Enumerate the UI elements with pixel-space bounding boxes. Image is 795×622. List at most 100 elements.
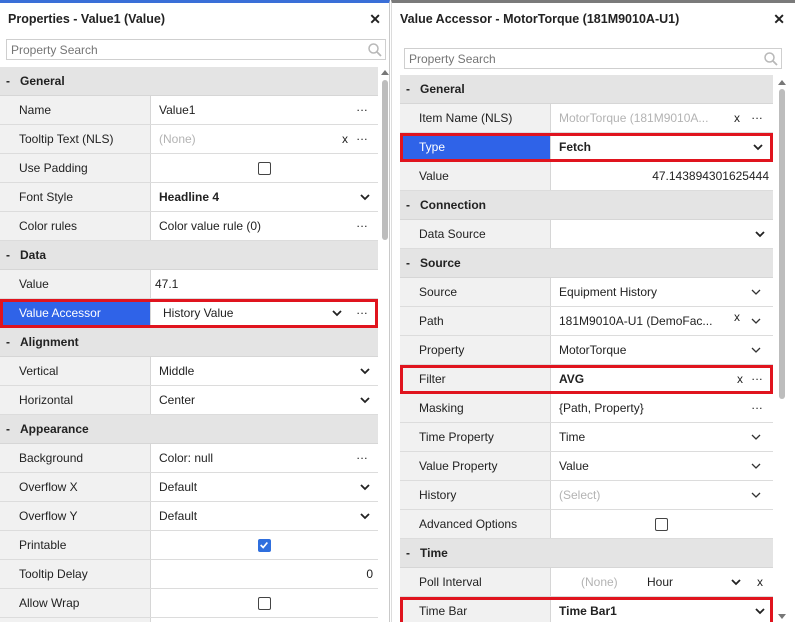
collapse-icon[interactable]: - xyxy=(6,328,10,356)
collapse-icon[interactable]: - xyxy=(6,67,10,95)
chevron-down-icon[interactable] xyxy=(751,490,761,500)
more-button[interactable]: ... xyxy=(356,96,368,121)
property-search-input[interactable] xyxy=(404,48,782,69)
row-label: Value Accessor xyxy=(0,299,151,327)
poll-interval-value[interactable]: (None) xyxy=(581,568,618,596)
chevron-down-icon[interactable] xyxy=(360,482,370,492)
time-bar-select[interactable]: Time Bar1 xyxy=(551,597,773,622)
poll-interval-unit-select[interactable]: Hour xyxy=(647,568,673,596)
row-value-accessor: Value Accessor History Value... xyxy=(0,299,378,328)
chevron-down-icon[interactable] xyxy=(751,345,761,355)
clear-button[interactable]: x xyxy=(342,125,348,153)
background-field[interactable]: Color: null... xyxy=(151,444,378,472)
font-style-select[interactable]: Headline 4 xyxy=(151,183,378,211)
collapse-icon[interactable]: - xyxy=(406,75,410,103)
clear-button[interactable]: x xyxy=(737,365,743,393)
row-label: Tooltip Delay xyxy=(0,560,151,588)
printable-checkbox[interactable] xyxy=(258,539,271,552)
chevron-down-icon[interactable] xyxy=(751,432,761,442)
chevron-down-icon[interactable] xyxy=(755,606,765,616)
chevron-down-icon[interactable] xyxy=(751,461,761,471)
property-search-input[interactable] xyxy=(6,39,386,60)
section-label: Data xyxy=(20,248,47,262)
data-source-select[interactable] xyxy=(551,220,773,248)
chevron-down-icon[interactable] xyxy=(753,142,763,152)
color-rules-field[interactable]: Color value rule (0)... xyxy=(151,212,378,240)
clear-button[interactable]: x xyxy=(731,104,743,132)
scroll-up-icon[interactable] xyxy=(381,70,389,75)
tooltip-delay-field[interactable]: 0 xyxy=(151,560,378,588)
type-select[interactable]: Fetch xyxy=(551,133,773,161)
close-icon[interactable]: ✕ xyxy=(369,3,381,35)
horizontal-select[interactable]: Center xyxy=(151,386,378,414)
close-icon[interactable]: ✕ xyxy=(773,3,785,35)
section-source[interactable]: - Source xyxy=(400,249,773,278)
vertical-select[interactable]: Middle xyxy=(151,357,378,385)
source-select[interactable]: Equipment History xyxy=(551,278,773,306)
collapse-icon[interactable]: - xyxy=(406,539,410,567)
more-button[interactable]: ... xyxy=(751,365,763,390)
history-select[interactable]: (Select) xyxy=(551,481,773,509)
section-label: General xyxy=(20,74,65,88)
more-button[interactable]: ... xyxy=(751,104,763,129)
section-appearance[interactable]: - Appearance xyxy=(0,415,378,444)
section-data[interactable]: - Data xyxy=(0,241,378,270)
chevron-down-icon[interactable] xyxy=(755,229,765,239)
chevron-down-icon[interactable] xyxy=(751,316,761,326)
more-button[interactable]: ... xyxy=(356,212,368,237)
row-value: 0 xyxy=(366,567,373,581)
path-select[interactable]: 181M9010A-U1 (DemoFac... x xyxy=(551,307,773,335)
section-general[interactable]: - General xyxy=(0,67,378,96)
clear-button[interactable]: x xyxy=(757,568,763,596)
clear-button[interactable]: x xyxy=(731,307,743,331)
section-connection[interactable]: - Connection xyxy=(400,191,773,220)
row-horizontal: Horizontal Center xyxy=(0,386,378,415)
row-label: Printable xyxy=(0,531,151,559)
section-general[interactable]: - General xyxy=(400,75,773,104)
chevron-down-icon[interactable] xyxy=(731,577,741,587)
row-value: 47.143894301625444 xyxy=(652,169,769,183)
name-field[interactable]: Value1... xyxy=(151,96,378,124)
collapse-icon[interactable]: - xyxy=(6,241,10,269)
masking-field[interactable]: {Path, Property}... xyxy=(551,394,773,422)
collapse-icon[interactable]: - xyxy=(406,191,410,219)
value-accessor-select[interactable]: History Value... xyxy=(151,299,378,327)
chevron-down-icon[interactable] xyxy=(360,366,370,376)
filter-field[interactable]: AVG x... xyxy=(551,365,773,393)
more-button[interactable]: ... xyxy=(356,299,368,324)
chevron-down-icon[interactable] xyxy=(751,287,761,297)
item-name-field[interactable]: MotorTorque (181M9010A... x... xyxy=(551,104,773,132)
tooltip-text-field[interactable]: (None) x... xyxy=(151,125,378,153)
value-field[interactable]: 47.1 xyxy=(151,270,378,298)
use-padding-checkbox[interactable] xyxy=(258,162,271,175)
row-value: Value 47.1 xyxy=(0,270,378,299)
property-grid: - General Name Value1... Tooltip Text (NLS… xyxy=(0,67,378,622)
row-value: Center xyxy=(159,393,196,407)
more-button[interactable]: ... xyxy=(356,444,368,469)
poll-interval-field[interactable]: (None) Hour x xyxy=(551,568,773,596)
overflow-x-select[interactable]: Default xyxy=(151,473,378,501)
value-property-select[interactable]: Value xyxy=(551,452,773,480)
row-value: Value1 xyxy=(159,103,196,117)
chevron-down-icon[interactable] xyxy=(332,308,342,318)
scroll-down-icon[interactable] xyxy=(778,614,786,619)
property-select[interactable]: MotorTorque xyxy=(551,336,773,364)
allow-wrap-checkbox[interactable] xyxy=(258,597,271,610)
more-button[interactable]: ... xyxy=(751,394,763,419)
chevron-down-icon[interactable] xyxy=(360,511,370,521)
section-alignment[interactable]: - Alignment xyxy=(0,328,378,357)
overflow-y-select[interactable]: Default xyxy=(151,502,378,530)
value-field[interactable]: 47.143894301625444 xyxy=(551,162,773,190)
chevron-down-icon[interactable] xyxy=(360,192,370,202)
scroll-up-icon[interactable] xyxy=(778,80,786,85)
scrollbar-thumb[interactable] xyxy=(779,89,785,399)
section-time[interactable]: - Time xyxy=(400,539,773,568)
advanced-options-checkbox[interactable] xyxy=(655,518,668,531)
time-property-select[interactable]: Time xyxy=(551,423,773,451)
chevron-down-icon[interactable] xyxy=(360,395,370,405)
collapse-icon[interactable]: - xyxy=(406,249,410,277)
properties-panel: Properties - Value1 (Value) ✕ -General N… xyxy=(0,0,390,622)
more-button[interactable]: ... xyxy=(356,125,368,150)
scrollbar-thumb[interactable] xyxy=(382,80,388,240)
collapse-icon[interactable]: - xyxy=(6,415,10,443)
